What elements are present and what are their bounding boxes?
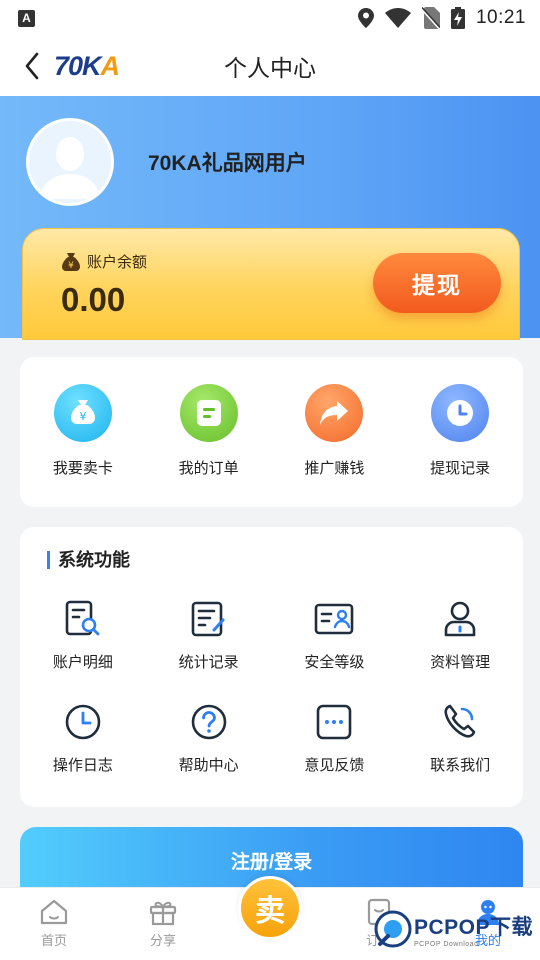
notification-a-icon: A	[18, 9, 35, 27]
sys-operation-log[interactable]: 操作日志	[20, 702, 146, 775]
balance-label-row: ¥ 账户余额	[61, 251, 147, 272]
top-nav: 70KA 个人中心	[0, 36, 540, 96]
pcpop-logo-icon	[374, 910, 412, 948]
sys-label: 账户明细	[52, 654, 113, 671]
sys-label: 操作日志	[52, 757, 113, 774]
statistics-icon	[191, 601, 225, 637]
quick-my-orders[interactable]: 我的订单	[146, 357, 272, 507]
username: 70KA礼品网用户	[148, 152, 307, 175]
tab-home[interactable]: 首页	[24, 898, 84, 949]
watermark-text: PCPOP下载	[414, 915, 534, 939]
default-avatar-icon	[29, 121, 111, 203]
clock-time: 10:21	[475, 7, 526, 28]
balance-card: ¥ 账户余额 0.00 提现	[22, 228, 520, 340]
wifi-icon	[384, 8, 411, 28]
no-sim-icon	[421, 7, 440, 29]
feedback-icon	[317, 704, 352, 740]
help-icon	[191, 704, 226, 740]
clock-icon	[65, 704, 101, 740]
sys-label: 意见反馈	[304, 757, 365, 774]
sys-account-detail[interactable]: 账户明细	[20, 599, 146, 672]
quick-icon-bg	[179, 384, 238, 442]
battery-charging-icon	[450, 7, 465, 29]
quick-withdraw-records[interactable]: 提现记录	[397, 357, 523, 507]
sys-label: 帮助中心	[178, 757, 239, 774]
section-title: 系统功能	[47, 551, 130, 569]
quick-promote[interactable]: 推广赚钱	[272, 357, 398, 507]
location-icon	[357, 8, 374, 28]
sys-label: 统计记录	[178, 654, 239, 671]
avatar[interactable]	[26, 118, 114, 206]
system-grid: 账户明细 统计记录 安全等级 资料管理 操作日志 帮助中心 意见反馈 联系我们	[20, 599, 523, 775]
money-bag-icon: ¥	[70, 400, 95, 424]
back-button[interactable]	[12, 46, 52, 86]
quick-label: 推广赚钱	[304, 460, 365, 477]
home-icon	[40, 899, 68, 925]
sys-label: 安全等级	[304, 654, 365, 671]
account-detail-icon	[65, 600, 100, 636]
sys-help-center[interactable]: 帮助中心	[146, 702, 272, 775]
balance-value: 0.00	[61, 281, 126, 318]
sys-label: 资料管理	[430, 654, 491, 671]
sell-button[interactable]: 卖	[238, 876, 302, 940]
svg-text:¥: ¥	[79, 410, 86, 423]
gift-icon	[149, 901, 177, 926]
sys-label: 联系我们	[430, 757, 491, 774]
quick-label: 我的订单	[178, 460, 239, 477]
system-functions-card: 系统功能 账户明细 统计记录 安全等级 资料管理 操作日志 帮助中心 意见反馈	[20, 527, 523, 807]
balance-label: 账户余额	[87, 254, 148, 271]
quick-label: 提现记录	[430, 460, 491, 477]
status-bar: A 10:21	[0, 0, 540, 36]
sys-security-level[interactable]: 安全等级	[272, 599, 398, 672]
profile-icon	[444, 601, 476, 637]
watermark-subtext: PCPOP Download	[414, 940, 479, 948]
share-arrow-icon	[320, 401, 349, 425]
quick-icon-bg	[431, 384, 490, 442]
withdraw-button[interactable]: 提现	[373, 253, 501, 313]
chevron-left-icon	[25, 52, 39, 80]
quick-sell-card[interactable]: ¥ 我要卖卡	[20, 357, 146, 507]
security-card-icon	[315, 603, 354, 635]
tab-share[interactable]: 分享	[133, 898, 193, 949]
sys-profile-management[interactable]: 资料管理	[397, 599, 523, 672]
quick-label: 我要卖卡	[52, 460, 113, 477]
svg-text:¥: ¥	[68, 261, 74, 271]
phone-icon	[444, 704, 476, 738]
quick-icon-bg: ¥	[53, 384, 112, 442]
sys-feedback[interactable]: 意见反馈	[272, 702, 398, 775]
brand-logo: 70KA	[54, 50, 120, 81]
tab-label: 首页	[40, 933, 67, 948]
sys-statistics[interactable]: 统计记录	[146, 599, 272, 672]
clock-icon	[447, 400, 474, 426]
order-icon	[196, 400, 221, 426]
pcpop-watermark: PCPOP下载 PCPOP Download	[374, 910, 533, 948]
quick-icon-bg	[305, 384, 364, 442]
tab-label: 分享	[149, 933, 176, 948]
money-bag-icon: ¥	[62, 252, 80, 271]
sys-contact-us[interactable]: 联系我们	[397, 702, 523, 775]
quick-actions-card: ¥ 我要卖卡 我的订单 推广赚钱 提现记录	[20, 357, 523, 507]
